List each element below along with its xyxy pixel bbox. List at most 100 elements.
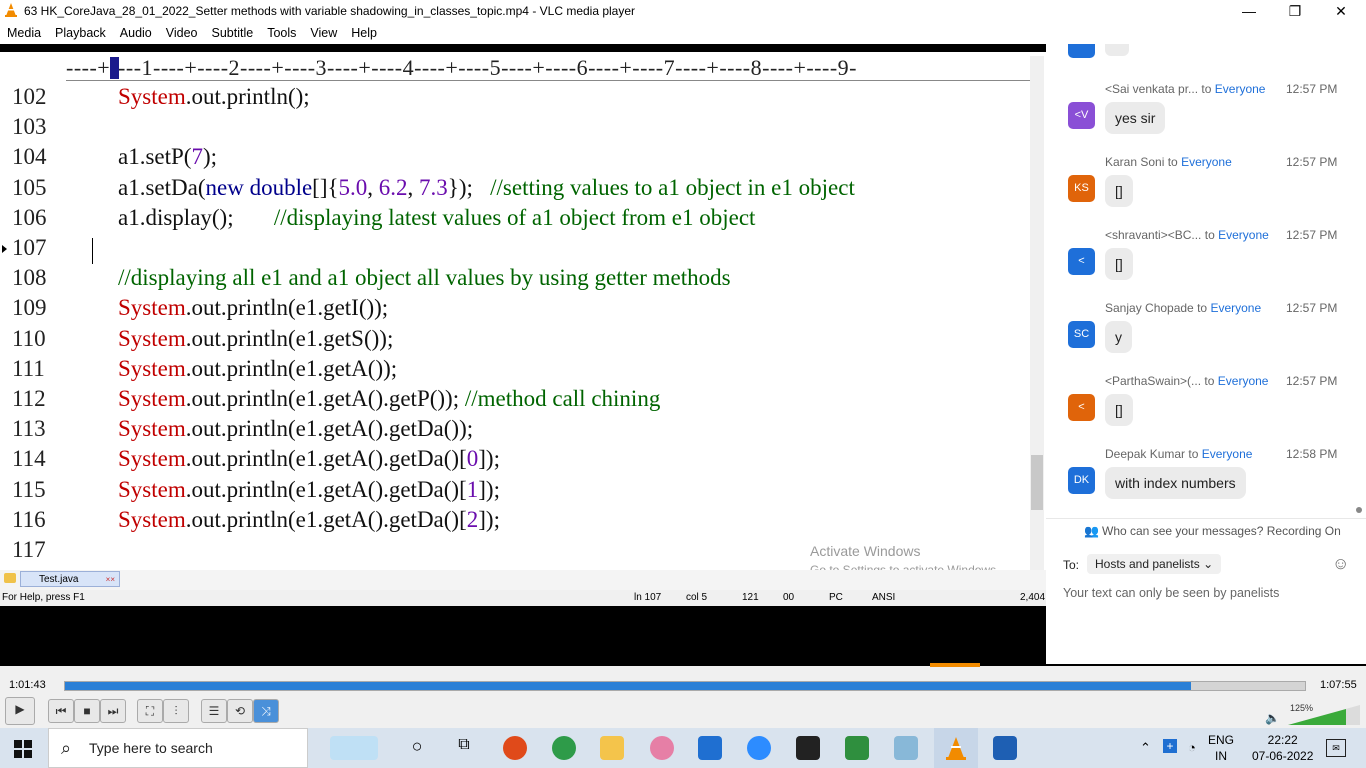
- snipping-tool-icon[interactable]: [650, 736, 674, 760]
- line-source: System.out.println(e1.getS());: [118, 326, 393, 352]
- sticky-notes-icon[interactable]: [796, 736, 820, 760]
- previous-icon[interactable]: ⏮: [48, 699, 74, 723]
- code-area[interactable]: 102 System.out.println(); 103 104 a1.setP(7)…: [0, 84, 1030, 570]
- chat-input-hint[interactable]: Your text can only be seen by panelists: [1063, 586, 1279, 600]
- notification-icon[interactable]: ✉: [1326, 739, 1346, 757]
- status-line: ln 107: [634, 592, 662, 603]
- code-line[interactable]: 105 a1.setDa(new double[]{5.0, 6.2, 7.3})…: [0, 175, 1030, 205]
- token-sys: System: [118, 416, 186, 442]
- playlist-icon[interactable]: ☰: [201, 699, 227, 723]
- menu-help[interactable]: Help: [344, 22, 384, 44]
- line-number: 113: [12, 416, 46, 442]
- chat-scroll-indicator[interactable]: [1356, 507, 1362, 513]
- code-line[interactable]: 103: [0, 114, 1030, 144]
- sender-name: Sanjay Chopade: [1105, 301, 1194, 315]
- notepad-icon[interactable]: [894, 736, 918, 760]
- code-line[interactable]: 111 System.out.println(e1.getA());: [0, 356, 1030, 386]
- code-line[interactable]: 116 System.out.println(e1.getA().getDa()[…: [0, 507, 1030, 537]
- privacy-notice[interactable]: 👥 Who can see your messages? Recording O…: [1046, 518, 1366, 543]
- code-line[interactable]: 106 a1.display(); //displaying latest val…: [0, 205, 1030, 235]
- token-sys: System: [118, 476, 186, 502]
- sender-name: Deepak Kumar: [1105, 447, 1186, 461]
- code-line[interactable]: 108 //displaying all e1 and a1 object all…: [0, 265, 1030, 295]
- avatar: SC: [1068, 321, 1095, 348]
- chrome-icon[interactable]: [552, 736, 576, 760]
- total-time: 1:07:55: [1320, 679, 1357, 691]
- restore-button[interactable]: ❐: [1272, 0, 1318, 22]
- menu-view[interactable]: View: [303, 22, 344, 44]
- code-line[interactable]: 115 System.out.println(e1.getA().getDa()[…: [0, 477, 1030, 507]
- editor-status-bar: For Help, press F1 ln 107 col 5 121 00 P…: [0, 590, 1046, 606]
- menu-audio[interactable]: Audio: [113, 22, 159, 44]
- close-button[interactable]: ✕: [1318, 0, 1364, 22]
- fullscreen-icon[interactable]: ⛶: [137, 699, 163, 723]
- code-line[interactable]: 113 System.out.println(e1.getA().getDa())…: [0, 416, 1030, 446]
- task-view-icon[interactable]: ⧉: [452, 736, 476, 760]
- play-button[interactable]: ▶: [5, 697, 35, 725]
- recipient-link[interactable]: Everyone: [1218, 228, 1269, 242]
- code-line[interactable]: 107: [0, 235, 1030, 265]
- language-indicator[interactable]: ENG IN: [1208, 732, 1234, 764]
- file-explorer-icon[interactable]: [600, 736, 624, 760]
- code-line[interactable]: 114 System.out.println(e1.getA().getDa()[…: [0, 446, 1030, 476]
- loop-icon[interactable]: ⟲: [227, 699, 253, 723]
- token-txt: ]);: [478, 506, 500, 532]
- network-icon[interactable]: ◔: [1188, 740, 1196, 755]
- token-txt: a1.setP(: [118, 144, 192, 170]
- stop-icon[interactable]: ■: [74, 699, 100, 723]
- system-clock[interactable]: 22:22 07-06-2022: [1252, 732, 1313, 764]
- minimize-button[interactable]: —: [1226, 0, 1272, 22]
- to-word: to: [1188, 447, 1199, 461]
- speaker-icon[interactable]: 🔈: [1265, 711, 1280, 725]
- cortana-icon[interactable]: ○: [405, 736, 429, 760]
- record-app-icon[interactable]: [503, 736, 527, 760]
- recipient-link[interactable]: Everyone: [1181, 155, 1232, 169]
- chat-message-header: <shravanti><BC... to Everyone: [1105, 228, 1269, 242]
- extended-settings-icon[interactable]: ⫶: [163, 699, 189, 723]
- token-cmt: //setting values to a1 object in e1 obje…: [490, 174, 855, 200]
- file-tab-close-icon[interactable]: ××: [106, 572, 115, 588]
- line-source: a1.setDa(new double[]{5.0, 6.2, 7.3}); /…: [118, 175, 855, 201]
- next-icon[interactable]: ⏭: [100, 699, 126, 723]
- file-tab-test-java[interactable]: Test.java ××: [20, 571, 120, 587]
- shuffle-icon[interactable]: ⤨: [253, 699, 279, 723]
- menu-playback[interactable]: Playback: [48, 22, 113, 44]
- code-line[interactable]: 109 System.out.println(e1.getI());: [0, 295, 1030, 325]
- menu-media[interactable]: Media: [0, 22, 48, 44]
- recipient-link[interactable]: Everyone: [1202, 447, 1253, 461]
- code-line[interactable]: 112 System.out.println(e1.getA().getP());…: [0, 386, 1030, 416]
- token-txt: .out.println(e1.getA().getDa()[: [185, 446, 467, 472]
- chat-message-header: <Sai venkata pr... to Everyone: [1105, 82, 1265, 96]
- file-tab-label: Test.java: [39, 574, 79, 585]
- tray-plus-icon[interactable]: +: [1163, 739, 1177, 753]
- code-line[interactable]: 104 a1.setP(7);: [0, 144, 1030, 174]
- store-icon[interactable]: [698, 736, 722, 760]
- line-source: System.out.println();: [118, 84, 310, 110]
- photos-icon[interactable]: [993, 736, 1017, 760]
- recipient-dropdown[interactable]: Hosts and panelists ⌄: [1087, 554, 1222, 574]
- recipient-link[interactable]: Everyone: [1218, 374, 1269, 388]
- recipient-link[interactable]: Everyone: [1215, 82, 1266, 96]
- zoom-icon[interactable]: [747, 736, 771, 760]
- token-txt: ]);: [478, 476, 500, 502]
- elapsed-time: 1:01:43: [9, 679, 46, 691]
- spreadsheet-icon[interactable]: [845, 736, 869, 760]
- vlc-cone-icon: [4, 3, 18, 17]
- weather-widget-icon[interactable]: [330, 736, 378, 760]
- editor-scroll-thumb[interactable]: [1031, 455, 1043, 510]
- code-line[interactable]: 110 System.out.println(e1.getS());: [0, 326, 1030, 356]
- recipient-link[interactable]: Everyone: [1210, 301, 1261, 315]
- menu-video[interactable]: Video: [159, 22, 205, 44]
- windows-start-icon[interactable]: [14, 740, 32, 758]
- token-sys: System: [118, 386, 186, 411]
- code-line[interactable]: 102 System.out.println();: [0, 84, 1030, 114]
- taskbar-search[interactable]: ⌕ Type here to search: [48, 728, 308, 768]
- menu-subtitle[interactable]: Subtitle: [205, 22, 261, 44]
- menu-tools[interactable]: Tools: [260, 22, 303, 44]
- bubble-partial: [1105, 44, 1129, 56]
- tray-chevron-up-icon[interactable]: ⌃: [1140, 740, 1151, 756]
- clock-date: 07-06-2022: [1252, 749, 1314, 763]
- emoji-icon[interactable]: ☺: [1332, 554, 1349, 574]
- message-bubble: []: [1105, 175, 1133, 207]
- token-num: 1: [466, 476, 479, 502]
